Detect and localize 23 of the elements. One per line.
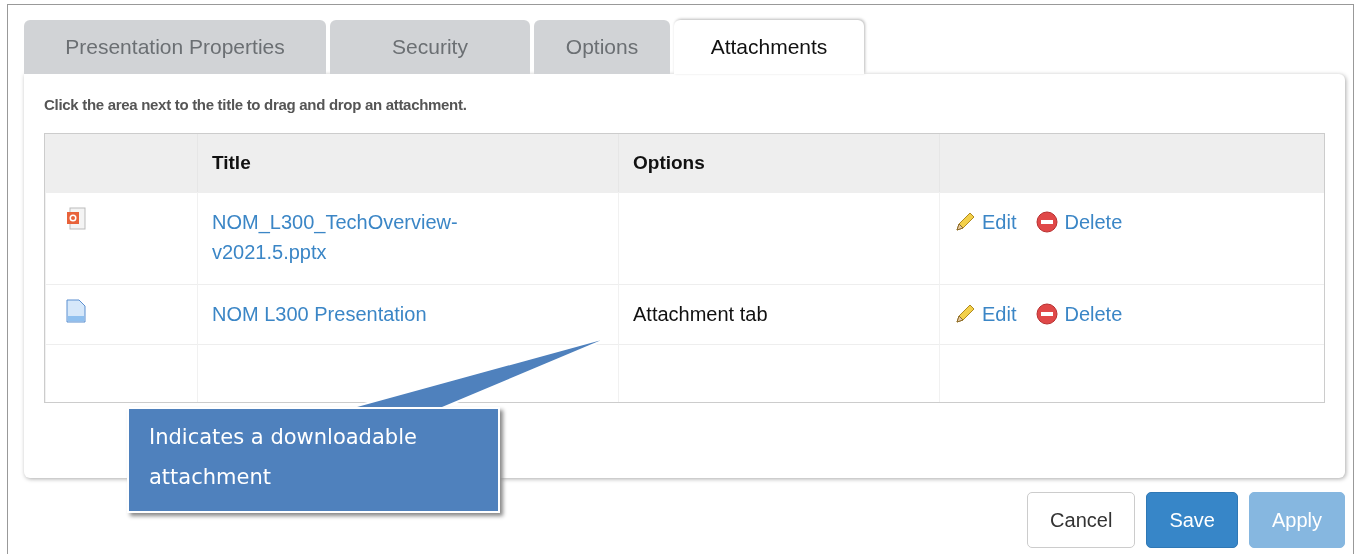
attachment-link[interactable]: NOM_L300_TechOverview-v2021.5.pptx — [212, 207, 512, 267]
attachment-link[interactable]: NOM L300 Presentation — [212, 299, 512, 329]
tab[interactable]: Options — [534, 20, 670, 74]
edit-link[interactable]: Edit — [954, 299, 1017, 329]
dialog-button[interactable]: Cancel — [1027, 492, 1136, 548]
minus-circle-icon — [1036, 303, 1059, 325]
pencil-icon — [954, 211, 976, 233]
header-cell: Title — [197, 134, 618, 192]
options-text: Attachment tab — [633, 303, 768, 325]
slide-file-icon — [66, 207, 86, 231]
tab[interactable]: Security — [330, 20, 530, 74]
edit-link[interactable]: Edit — [954, 207, 1017, 237]
minus-circle-icon — [1036, 211, 1059, 233]
document-icon — [66, 299, 86, 323]
pencil-icon — [954, 303, 976, 325]
callout: Indicates a downloadable attachment — [127, 407, 500, 513]
header-cell: Options — [618, 134, 939, 192]
tab[interactable]: Presentation Properties — [24, 20, 326, 74]
delete-link[interactable]: Delete — [1036, 299, 1123, 329]
tab[interactable]: Attachments — [674, 20, 864, 74]
instruction-text: Click the area next to the title to drag and drop an attachment. — [44, 96, 468, 113]
dialog-button[interactable]: Save — [1146, 492, 1238, 548]
delete-link[interactable]: Delete — [1036, 207, 1123, 237]
